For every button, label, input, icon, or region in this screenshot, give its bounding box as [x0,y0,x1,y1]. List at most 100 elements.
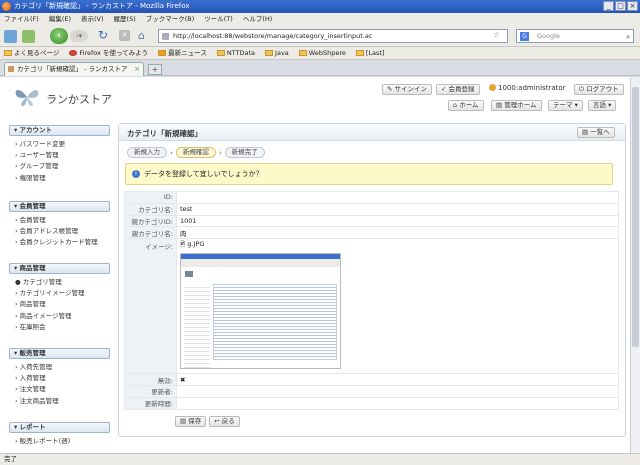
step-arrow-icon: › [170,148,173,157]
step-input: 新規入力 [127,147,167,158]
list-button-label: 一覧へ [590,128,610,136]
forward-button[interactable]: ›▾ [70,30,88,42]
tab-close-icon[interactable]: × [134,63,140,75]
menu-bookmarks[interactable]: ブックマーク(B) [146,13,195,25]
menu-tools[interactable]: ツール(T) [204,13,233,25]
back-button[interactable]: ‹ [50,28,68,44]
bookmark-nttdata[interactable]: NTTData [216,47,255,59]
sidebar-item-credit-cards[interactable]: › 会員クレジットカード管理 [9,237,110,248]
sidebar-item-weekly-report[interactable]: › 販売レポート(週) [9,436,110,447]
sidebar-item-address-book[interactable]: › 会員アドレス帳管理 [9,226,110,237]
sidebar-section-sales: ▾ 販売管理 › 入荷先管理 › 入荷管理 › 注文管理 › 注文商品管理 [9,348,110,407]
page-title: カテゴリ「新規確認」 [127,129,202,138]
sidebar-item-label: 入荷管理 [19,374,46,383]
scrollbar-thumb[interactable] [632,87,639,347]
butterfly-logo-icon [15,90,39,106]
sidebar-item-categories[interactable]: ● カテゴリ管理 [9,277,110,288]
sidebar-item-arrivals[interactable]: › 入荷管理 [9,373,110,384]
sidebar-item-permissions[interactable]: › 権限管理 [9,173,110,184]
admin-home-button[interactable]: ▤ 管理ホーム [491,100,542,111]
search-icon[interactable]: ⌕ [626,31,630,43]
close-button[interactable]: × [627,1,638,11]
preview-sidebar [184,284,210,369]
menu-file[interactable]: ファイル(F) [4,13,39,25]
bookmark-last[interactable]: [Last] [355,47,385,59]
menu-bar: ファイル(F) 編集(E) 表示(V) 履歴(S) ブックマーク(B) ツール(… [0,13,640,25]
bookmark-news[interactable]: 最新ニュース [158,47,207,59]
register-button[interactable]: ✓ 会員登録 [436,84,480,95]
minimize-button[interactable]: _ [603,1,614,11]
sidebar-title-label: 商品管理 [19,264,46,272]
image-preview[interactable] [180,253,341,370]
window-title: カテゴリ「新規確認」 - ランカストア - Mozilla Firefox [14,2,190,10]
bookmark-java[interactable]: Java [265,47,289,59]
menu-history[interactable]: 履歴(S) [114,13,136,25]
sidebar-item-groups[interactable]: › グループ管理 [9,161,110,172]
folder-icon [265,50,274,56]
theme-button[interactable]: テーマ ▾ [548,100,583,111]
folder-icon [298,50,307,56]
bookmark-most-visited[interactable]: よく見るページ [4,47,59,59]
notice-text: データを登録して宜しいでしょうか？ [144,170,263,178]
sidebar-title-label: 販売管理 [19,349,46,357]
sidebar-item-users[interactable]: › ユーザー管理 [9,150,110,161]
panel-header: カテゴリ「新規確認」 ▤ 一覧へ [119,124,625,141]
sidebar-item-orders[interactable]: › 注文管理 [9,384,110,395]
table-row: カテゴリ名: test [124,202,619,216]
bookmark-label: [Last] [365,48,385,57]
sidebar-item-members[interactable]: › 会員管理 [9,215,110,226]
admin-home-label: 管理ホーム [504,101,537,109]
image-file[interactable]: 🖻 g.JPG [180,240,615,251]
sidebar-item-suppliers[interactable]: › 入荷先管理 [9,362,110,373]
menu-edit[interactable]: 編集(E) [49,13,71,25]
bookmark-star-icon[interactable]: ☆ [493,30,500,39]
sidebar-item-inventory[interactable]: › 在庫照会 [9,322,110,333]
sidebar-item-password[interactable]: › パスワード変更 [9,139,110,150]
save-button[interactable]: ▤ 保存 [175,416,207,427]
menu-help[interactable]: ヘルプ(H) [243,13,272,25]
sidebar-item-category-images[interactable]: › カテゴリイメージ管理 [9,288,110,299]
sidebar-title-label: アカウント [19,126,53,134]
sidebar-item-products[interactable]: › 商品管理 [9,299,110,310]
vertical-scrollbar[interactable] [630,77,640,453]
signin-button[interactable]: ✎ サインイン [382,84,433,95]
browser-tab[interactable]: カテゴリ「新規確認」 - ランカストア × [4,62,144,76]
maximize-button[interactable]: □ [615,1,626,11]
list-button[interactable]: ▤ 一覧へ [577,127,615,138]
preview-table [213,284,337,361]
stop-icon[interactable]: ✕ [119,30,130,41]
window-titlebar: カテゴリ「新規確認」 - ランカストア - Mozilla Firefox _ … [0,0,640,13]
language-button[interactable]: 言語 ▾ [588,100,617,111]
bookmark-websphere[interactable]: WebShpere [298,47,346,59]
back-button[interactable]: ↩ 戻る [209,416,240,427]
sidebar-item-label: カテゴリ管理 [22,278,62,286]
home-button[interactable]: ⌂ ホーム [448,100,484,111]
bookmark-label: よく見るページ [14,48,60,57]
wizard-steps: 新規入力 › 新規確認 › 新規完了 [127,147,265,158]
table-row: 親カテゴリ名: 肉 [124,226,619,240]
image-file-icon: 🖻 [180,240,186,249]
bookmark-getting-started[interactable]: Firefox を使ってみよう [69,47,148,59]
preview-logo [185,271,193,278]
sidebar-item-product-images[interactable]: › 商品イメージ管理 [9,311,110,322]
sidebar-item-order-items[interactable]: › 注文商品管理 [9,396,110,407]
step-arrow-icon: › [218,148,222,157]
field-value: 肉 [176,226,619,240]
sidebar-title-label: 会員管理 [19,202,46,210]
sidebar-item-label: 商品管理 [19,300,46,309]
home-icon[interactable]: ⌂ [138,29,145,42]
menu-view[interactable]: 表示(V) [81,13,104,25]
logout-button[interactable]: ⏻ ログアウト [574,84,624,95]
download-icon[interactable] [22,30,35,43]
user-name: 1000:administrator [498,84,566,92]
tab-favicon [8,66,14,72]
sidebar-item-label: パスワード変更 [19,140,66,148]
new-page-icon[interactable] [4,30,17,43]
search-placeholder: Google [537,32,560,40]
reload-icon[interactable]: ↻ [98,28,108,42]
google-icon[interactable]: G [520,32,529,41]
sidebar-item-label: 会員クレジットカード管理 [19,238,98,247]
new-tab-button[interactable]: + [148,64,162,75]
search-input[interactable]: G Google ⌕ [516,29,634,43]
url-bar[interactable]: http://localhost:88/webstore/manage/cate… [158,29,508,43]
